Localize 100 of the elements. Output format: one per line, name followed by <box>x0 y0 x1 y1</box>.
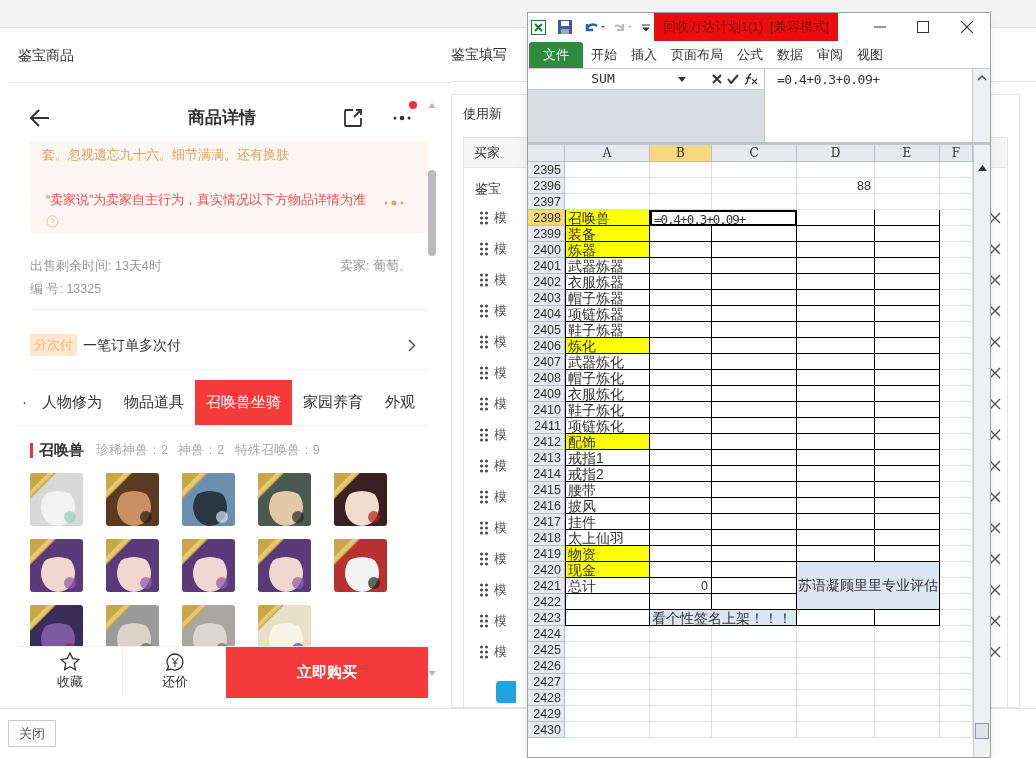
column-header[interactable]: F <box>940 145 973 162</box>
remove-icon[interactable] <box>989 521 1001 534</box>
scrollbar-thumb[interactable] <box>428 170 436 256</box>
remove-icon[interactable] <box>989 428 1001 441</box>
remove-icon[interactable] <box>989 645 1001 658</box>
dropdown-icon[interactable] <box>678 76 686 82</box>
buy-now-button[interactable]: 立即购买 <box>226 646 428 698</box>
drag-handle-icon[interactable] <box>480 241 488 256</box>
row-header[interactable]: 2416 <box>528 498 565 514</box>
mode-tab[interactable]: 使用新 <box>463 106 502 121</box>
row-header[interactable]: 2403 <box>528 290 565 306</box>
remove-icon[interactable] <box>989 459 1001 472</box>
drag-handle-icon[interactable] <box>480 551 488 566</box>
drag-handle-icon[interactable] <box>480 582 488 597</box>
ribbon-tab[interactable]: 视图 <box>851 42 889 68</box>
row-header[interactable]: 2419 <box>528 546 565 562</box>
row-header[interactable]: 2428 <box>528 690 565 706</box>
row-header[interactable]: 2401 <box>528 258 565 274</box>
ribbon-tab[interactable]: 页面布局 <box>665 42 729 68</box>
row-header[interactable]: 2423 <box>528 610 565 626</box>
row-header[interactable]: 2425 <box>528 642 565 658</box>
favorite-button[interactable]: 收藏 <box>18 646 122 698</box>
row-header[interactable]: 2395 <box>528 162 565 178</box>
row-header[interactable]: 2426 <box>528 658 565 674</box>
row-header[interactable]: 2414 <box>528 466 565 482</box>
remove-icon[interactable] <box>989 366 1001 379</box>
ribbon-tab[interactable]: 公式 <box>731 42 769 68</box>
row-header[interactable]: 2417 <box>528 514 565 530</box>
customize-icon[interactable] <box>642 21 650 33</box>
close-button[interactable]: 关闭 <box>8 720 56 747</box>
row-header[interactable]: 2422 <box>528 594 565 610</box>
drag-handle-icon[interactable] <box>480 644 488 659</box>
category-tab[interactable]: · <box>18 379 31 425</box>
remove-icon[interactable] <box>989 552 1001 565</box>
row-header[interactable]: 2410 <box>528 402 565 418</box>
maximize-icon[interactable] <box>917 21 929 33</box>
row-header[interactable]: 2411 <box>528 418 565 434</box>
row-header[interactable]: 2408 <box>528 370 565 386</box>
remove-icon[interactable] <box>989 614 1001 627</box>
drag-handle-icon[interactable] <box>480 458 488 473</box>
drag-handle-icon[interactable] <box>480 272 488 287</box>
row-header[interactable]: 2396 <box>528 178 565 194</box>
column-header[interactable]: A <box>565 145 650 162</box>
row-header[interactable]: 2413 <box>528 450 565 466</box>
remove-icon[interactable] <box>989 335 1001 348</box>
drag-handle-icon[interactable] <box>480 520 488 535</box>
more-icon[interactable] <box>392 114 412 122</box>
remove-icon[interactable] <box>989 211 1001 224</box>
cancel-icon[interactable] <box>712 74 722 84</box>
drag-handle-icon[interactable] <box>480 334 488 349</box>
name-box[interactable]: SUM <box>528 69 678 89</box>
row-header[interactable]: 2400 <box>528 242 565 258</box>
scroll-up-icon[interactable] <box>977 75 987 81</box>
row-header[interactable]: 2409 <box>528 386 565 402</box>
ribbon-tab[interactable]: 开始 <box>585 42 623 68</box>
active-cell[interactable]: =0.4+0.3+0.09+ <box>650 210 797 226</box>
save-icon[interactable] <box>558 20 572 34</box>
back-arrow-icon[interactable] <box>30 109 50 127</box>
remove-icon[interactable] <box>989 490 1001 503</box>
drag-handle-icon[interactable] <box>480 613 488 628</box>
row-header[interactable]: 2402 <box>528 274 565 290</box>
row-header[interactable]: 2404 <box>528 306 565 322</box>
row-header[interactable]: 2415 <box>528 482 565 498</box>
drag-handle-icon[interactable] <box>480 427 488 442</box>
row-header[interactable]: 2421 <box>528 578 565 594</box>
category-tab[interactable]: 人物修为 <box>31 379 113 425</box>
undo-icon[interactable] <box>584 21 606 33</box>
row-header[interactable]: 2405 <box>528 322 565 338</box>
row-header[interactable]: 2427 <box>528 674 565 690</box>
row-header[interactable]: 2429 <box>528 706 565 722</box>
remove-icon[interactable] <box>989 273 1001 286</box>
row-header[interactable]: 2412 <box>528 434 565 450</box>
remove-icon[interactable] <box>989 304 1001 317</box>
remove-icon[interactable] <box>989 397 1001 410</box>
row-header[interactable]: 2418 <box>528 530 565 546</box>
row-header[interactable]: 2397 <box>528 194 565 210</box>
drag-handle-icon[interactable] <box>480 210 488 225</box>
column-header[interactable]: C <box>712 145 797 162</box>
chevron-right-icon[interactable] <box>408 338 416 352</box>
row-header[interactable]: 2430 <box>528 722 565 738</box>
close-icon[interactable] <box>961 21 973 33</box>
remove-icon[interactable] <box>989 242 1001 255</box>
drag-handle-icon[interactable] <box>480 396 488 411</box>
scrollbar-thumb[interactable] <box>975 723 989 739</box>
row-header[interactable]: 2398 <box>528 210 565 226</box>
category-tab[interactable]: 外观 <box>374 379 426 425</box>
remove-icon[interactable] <box>989 583 1001 596</box>
formula-field[interactable]: =0.4+0.3+0.09+ <box>777 70 972 90</box>
drag-handle-icon[interactable] <box>480 365 488 380</box>
ribbon-tab[interactable]: 数据 <box>771 42 809 68</box>
function-icon[interactable] <box>744 73 758 85</box>
category-tab[interactable]: 物品道具 <box>113 379 195 425</box>
ribbon-tab[interactable]: 审阅 <box>811 42 849 68</box>
column-header[interactable]: D <box>797 145 875 162</box>
drag-handle-icon[interactable] <box>480 489 488 504</box>
column-header[interactable]: B <box>650 145 712 162</box>
row-header[interactable]: 2399 <box>528 226 565 242</box>
column-header[interactable]: E <box>875 145 940 162</box>
row-header[interactable]: 2407 <box>528 354 565 370</box>
row-header[interactable]: 2420 <box>528 562 565 578</box>
